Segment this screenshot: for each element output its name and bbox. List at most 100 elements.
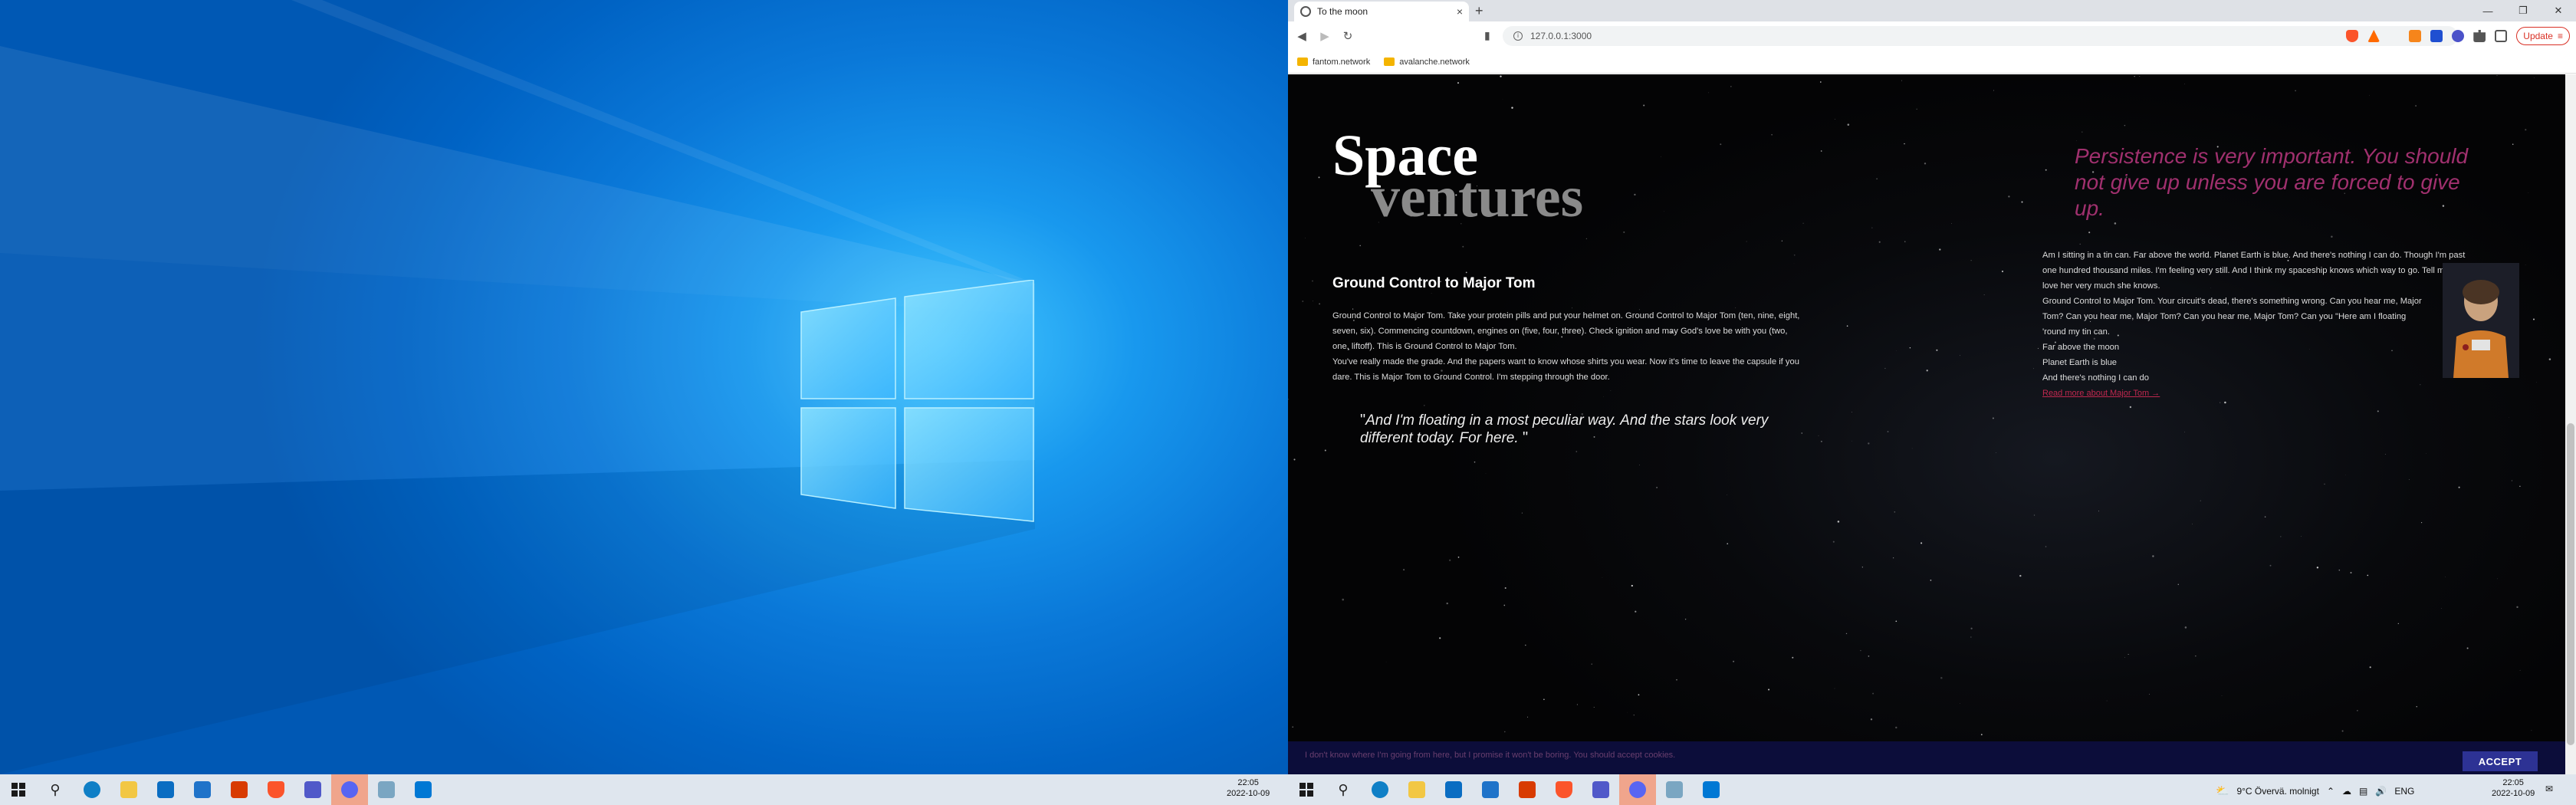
notification-center[interactable]: ✉ [2545,784,2553,794]
cookie-text: I don't know where I'm going from here, … [1305,751,1676,760]
teams-icon[interactable] [1582,774,1619,805]
vscode-icon[interactable] [405,774,442,805]
brave-icon[interactable] [258,774,294,805]
windows-logo [800,280,1034,522]
window-controls: — ❐ ✕ [2470,0,2576,21]
mail-icon[interactable] [184,774,221,805]
clock-date: 2022-10-09 [2492,789,2535,798]
start-button[interactable] [1288,774,1325,805]
taskbar-clock[interactable]: 22:05 2022-10-09 [2492,777,2535,799]
taskbar-left: ⚲ 22:05 2022-10-09 [0,774,1288,805]
system-tray: ⛅ 9°C Övervä. molnigt ⌃ ☁ ▤ 🔊 ENG [2216,784,2414,797]
app-icon[interactable] [1656,774,1693,805]
close-tab-icon[interactable]: × [1457,5,1463,18]
vscode-icon[interactable] [1693,774,1730,805]
lyrics-line: Far above the moon [2042,343,2120,352]
lyrics-block: Am I sitting in a tin can. Far above the… [2042,248,2482,386]
quote-block: "And I'm floating in a most peculiar way… [1360,412,1797,447]
extension-circle-icon[interactable] [2452,30,2465,42]
bookmark-folder-avalanche[interactable]: avalanche.network [1384,58,1470,67]
browser-window: To the moon × + — ❐ ✕ ◀ ▶ ↻ ▮ i 127.0.0.… [1288,0,2576,774]
update-button[interactable]: Update ≡ [2516,27,2570,45]
lyrics-paragraph-2: Ground Control to Major Tom. Your circui… [2042,297,2422,337]
close-window-button[interactable]: ✕ [2541,0,2576,21]
folder-icon [1384,58,1395,67]
taskbar-right: ⚲ ⛅ 9°C Övervä. molnigt ⌃ ☁ ▤ 🔊 ENG 22:0… [1288,774,2576,805]
web-page: Space ventures Ground Control to Major T… [1288,74,2576,774]
scrollbar-thumb[interactable] [2567,423,2574,745]
onedrive-icon[interactable]: ☁ [2342,786,2351,797]
file-explorer-icon[interactable] [1398,774,1435,805]
accept-cookies-button[interactable]: ACCEPT [2463,751,2538,771]
taskbar-clock[interactable]: 22:05 2022-10-09 [1227,777,1270,799]
desktop-wallpaper [0,0,1288,774]
weather-text[interactable]: 9°C Övervä. molnigt [2236,786,2319,797]
discord-icon[interactable] [331,774,368,805]
quote-close-mark: " [1522,429,1529,446]
bookmark-folder-fantom[interactable]: fantom.network [1297,58,1370,67]
address-bar[interactable]: i 127.0.0.1:3000 [1503,26,2458,46]
tab-to-the-moon[interactable]: To the moon × [1294,2,1469,21]
network-icon[interactable]: ▤ [2359,786,2367,797]
extension-x-icon[interactable] [2430,30,2443,42]
mail-icon[interactable] [1472,774,1509,805]
metamask-icon[interactable] [2409,30,2422,42]
app-icon[interactable] [368,774,405,805]
wallet-icon[interactable] [2495,30,2508,42]
minimize-button[interactable]: — [2470,0,2505,21]
maximize-button[interactable]: ❐ [2505,0,2541,21]
edge-icon[interactable] [1362,774,1398,805]
info-icon[interactable]: i [1513,31,1523,41]
url-text: 127.0.0.1:3000 [1530,31,1592,41]
new-tab-button[interactable]: + [1475,3,1484,18]
menu-icon: ≡ [2557,31,2563,41]
bookmark-label: fantom.network [1313,57,1371,67]
volume-icon[interactable]: 🔊 [2375,786,2387,797]
search-icon[interactable]: ⚲ [37,774,74,805]
office-icon[interactable] [221,774,258,805]
quote-text: And I'm floating in a most peculiar way.… [1360,412,1769,446]
notification-icon: ✉ [2545,784,2554,794]
start-button[interactable] [0,774,37,805]
logo-ventures[interactable]: ventures [1371,168,1583,226]
clock-time: 22:05 [2502,778,2524,787]
wallpaper-light-beams [0,0,1035,774]
astronaut-image [2443,263,2519,378]
edge-icon[interactable] [74,774,110,805]
read-more-link[interactable]: Read more about Major Tom → [2042,389,2160,398]
folder-icon [1297,58,1308,67]
bookmark-icon[interactable]: ▮ [1484,29,1490,42]
discord-icon[interactable] [1619,774,1656,805]
search-icon[interactable]: ⚲ [1325,774,1362,805]
windows-start-icon [1300,783,1313,797]
brave-rewards-icon[interactable] [2367,30,2380,42]
bookmark-label: avalanche.network [1399,57,1470,67]
teams-icon[interactable] [294,774,331,805]
office-icon[interactable] [1509,774,1546,805]
store-icon[interactable] [1435,774,1472,805]
brave-icon[interactable] [1546,774,1582,805]
chevron-up-icon[interactable]: ⌃ [2327,786,2334,797]
lyrics-line: And there's nothing I can do [2042,373,2149,383]
paragraph-part-2: You've really made the grade. And the pa… [1332,357,1799,382]
tab-title: To the moon [1317,6,1368,17]
tab-strip: To the moon × + — ❐ ✕ [1288,0,2576,21]
section-heading: Ground Control to Major Tom [1332,275,1536,291]
forward-arrow-icon[interactable]: ▶ [1316,27,1334,45]
puzzle-extensions-icon[interactable] [2473,30,2486,42]
section-paragraph: Ground Control to Major Tom. Take your p… [1332,308,1800,385]
file-explorer-icon[interactable] [110,774,147,805]
brave-shield-icon[interactable] [2346,30,2359,42]
weather-icon[interactable]: ⛅ [2216,784,2229,797]
language-indicator[interactable]: ENG [2394,786,2414,797]
globe-icon [1300,6,1311,17]
bookmarks-bar: fantom.network avalanche.network [1288,51,2576,74]
update-label: Update [2523,31,2553,41]
paragraph-part-1: Ground Control to Major Tom. Take your p… [1332,311,1800,351]
toolbar-extensions: Update ≡ [2346,25,2570,47]
lyrics-line: Planet Earth is blue [2042,358,2118,367]
clock-time: 22:05 [1237,778,1259,787]
back-arrow-icon[interactable]: ◀ [1293,27,1311,45]
store-icon[interactable] [147,774,184,805]
reload-icon[interactable]: ↻ [1339,27,1357,45]
